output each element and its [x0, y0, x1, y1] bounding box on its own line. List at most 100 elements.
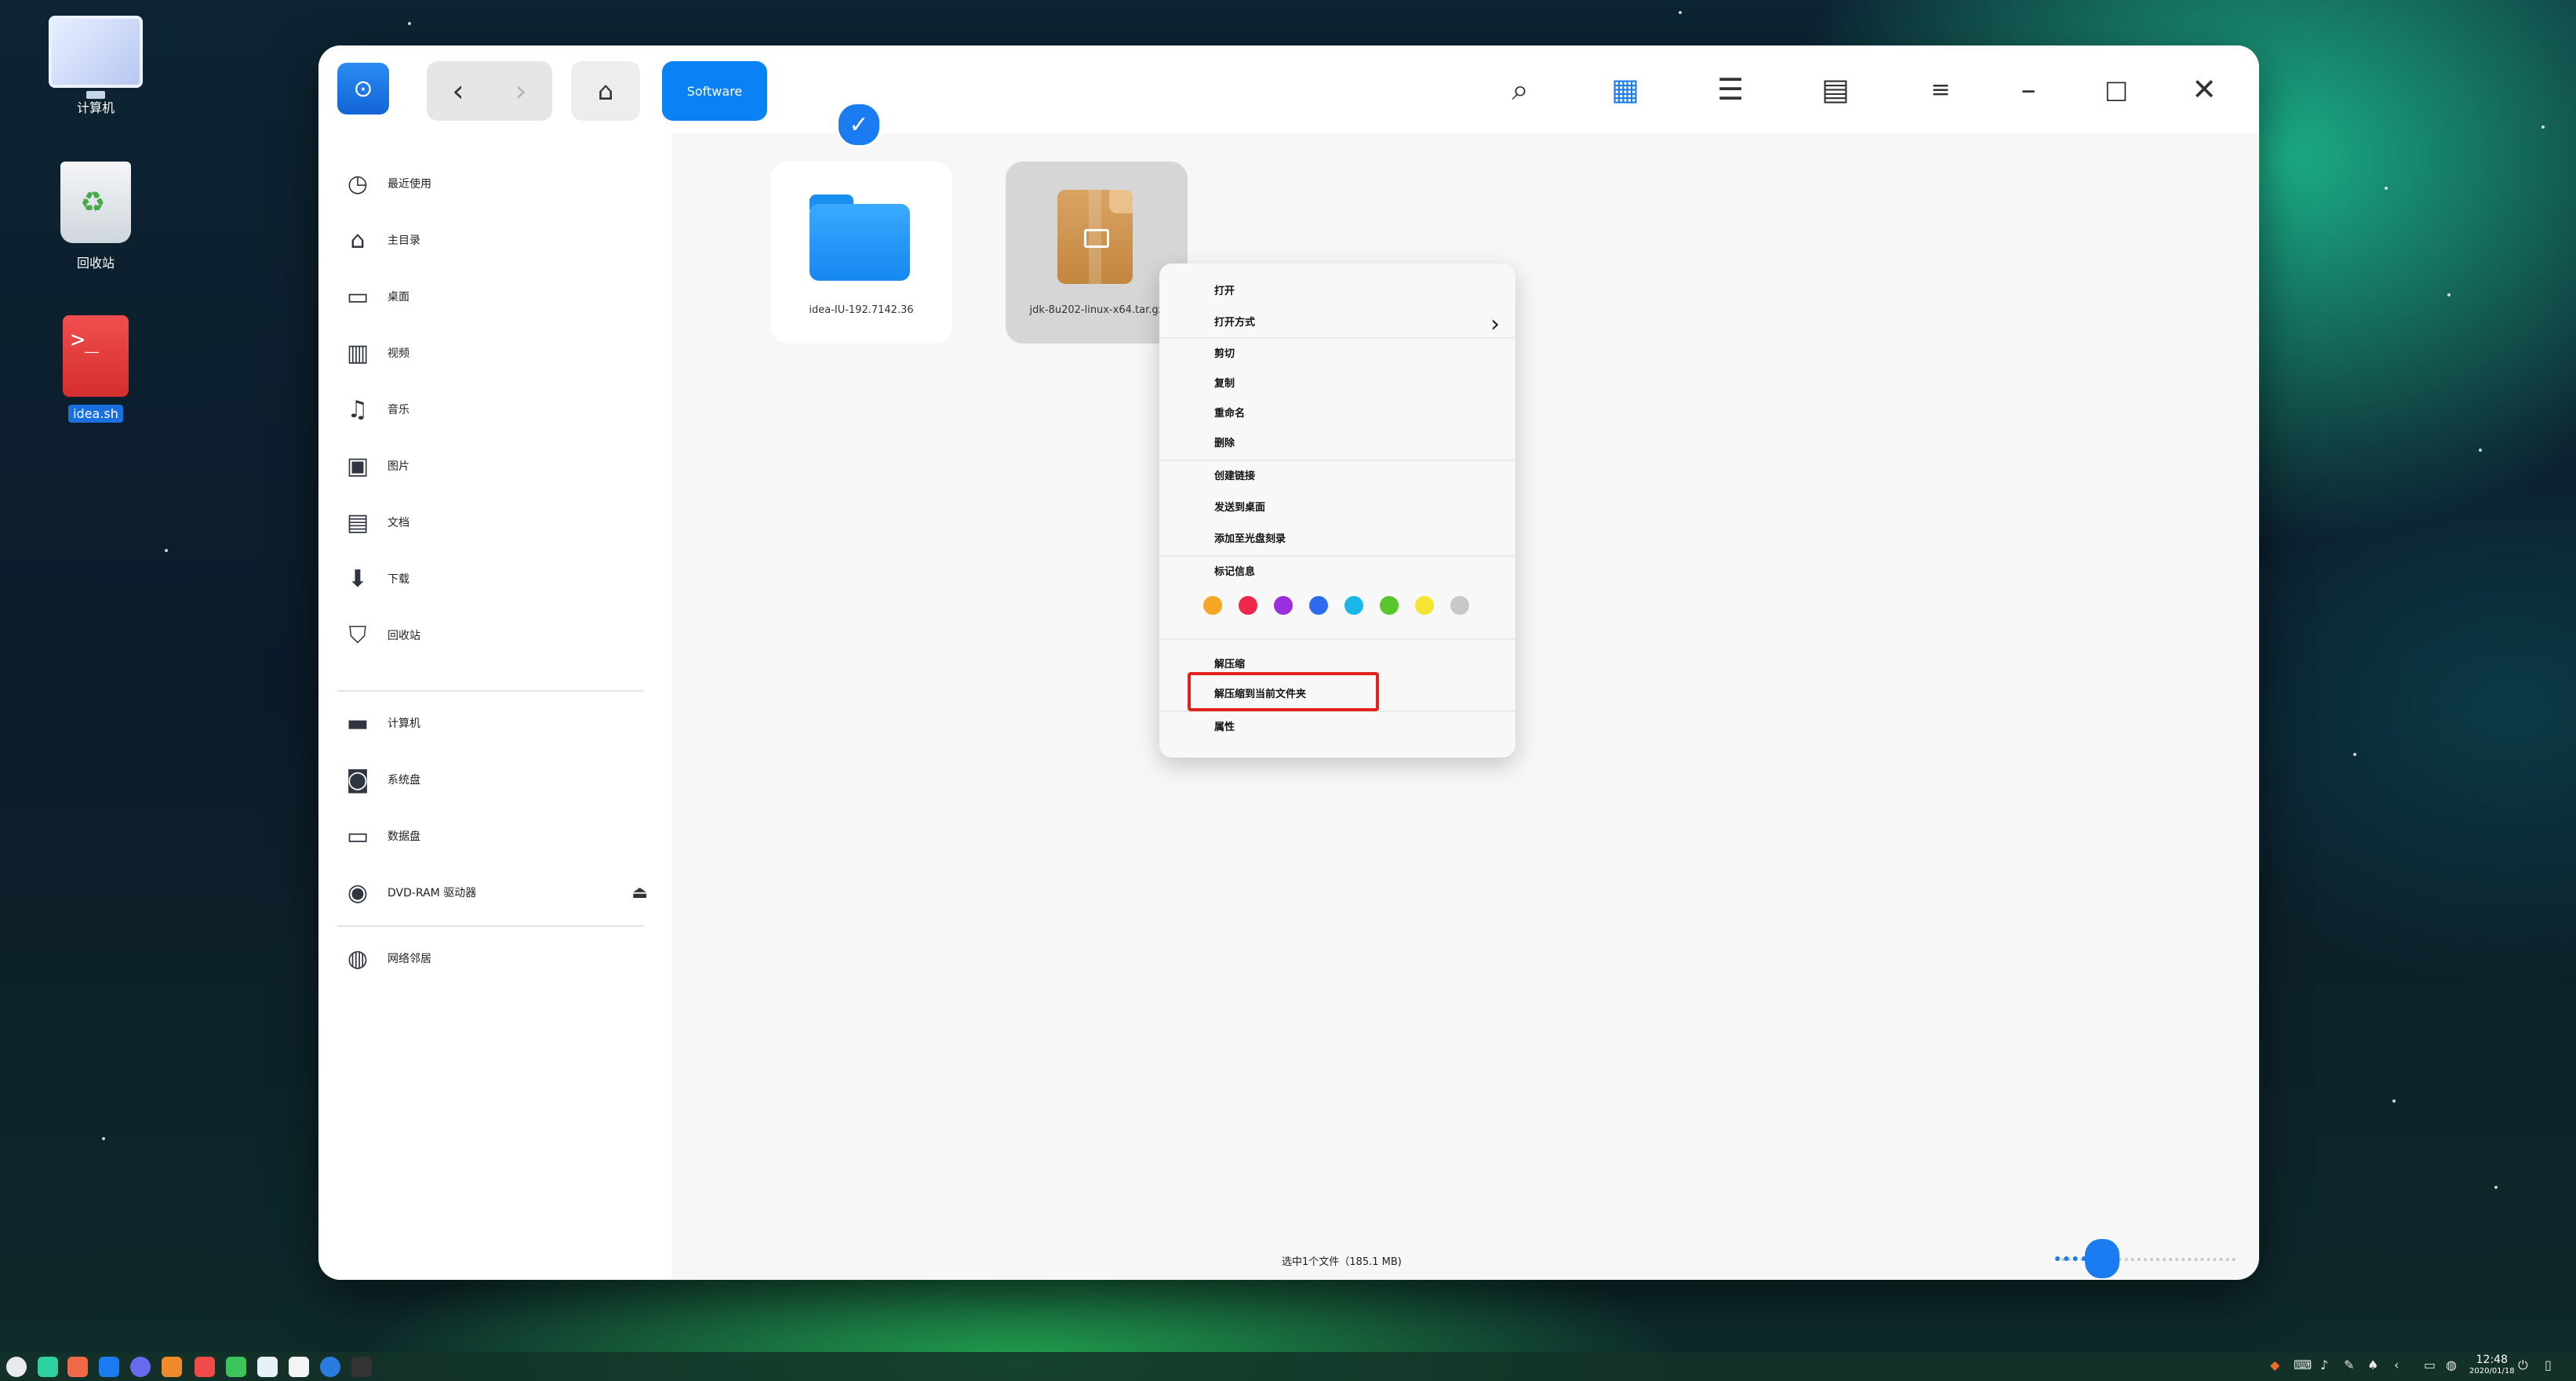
- sidebar-item-pictures[interactable]: ▣ 图片: [342, 444, 656, 488]
- pen-icon[interactable]: ✎: [2344, 1357, 2354, 1372]
- tag-color-gray[interactable]: [1450, 596, 1469, 615]
- search-icon[interactable]: ⌕: [1497, 66, 1544, 113]
- hamburger-menu-icon[interactable]: ≡: [1917, 66, 1964, 113]
- sidebar-item-label: DVD-RAM 驱动器: [387, 887, 477, 899]
- menu-item-properties[interactable]: 属性: [1214, 718, 1235, 733]
- app-logo-icon[interactable]: ⊙: [337, 63, 389, 114]
- launcher-icon[interactable]: [6, 1357, 27, 1377]
- menu-separator: [1159, 555, 1515, 557]
- sidebar-item-music[interactable]: ♫ 音乐: [342, 387, 656, 431]
- chevron-left-icon[interactable]: ‹: [2394, 1357, 2399, 1372]
- power-icon[interactable]: ⏻: [2518, 1357, 2528, 1373]
- multitask-icon[interactable]: [38, 1357, 58, 1377]
- show-desktop-icon[interactable]: ▯: [2545, 1357, 2552, 1372]
- menu-item-copy[interactable]: 复制: [1214, 375, 1235, 390]
- settings-icon[interactable]: [320, 1357, 340, 1377]
- menu-separator: [1159, 337, 1515, 339]
- file-manager-window: ⊙ ‹ › ⌂ Software ⌕ ▦ ☰ ▤ ≡ – □ ✕ ◷ 最近使用 ⌂…: [318, 45, 2259, 1280]
- sidebar-item-label: 最近使用: [387, 178, 431, 191]
- menu-item-delete[interactable]: 删除: [1214, 434, 1235, 449]
- music-player-icon[interactable]: [195, 1357, 215, 1377]
- sidebar-item-trash[interactable]: ⛉ 回收站: [342, 613, 656, 657]
- data-disk-icon: ▭: [346, 822, 369, 850]
- tag-color-yellow[interactable]: [1415, 596, 1434, 615]
- sidebar-item-label: 视频: [387, 347, 409, 360]
- music-icon: ♫: [347, 395, 369, 423]
- clock[interactable]: 12:48 2020/01/18: [2469, 1354, 2515, 1377]
- desktop-icon-idea-sh[interactable]: >_ idea.sh: [41, 315, 151, 423]
- picture-icon: ▣: [346, 452, 369, 480]
- chevron-left-icon[interactable]: ‹: [427, 61, 489, 121]
- browser-icon[interactable]: [130, 1357, 151, 1377]
- maximize-icon[interactable]: □: [2093, 66, 2140, 113]
- home-button[interactable]: ⌂: [571, 61, 640, 121]
- sidebar-item-documents[interactable]: ▤ 文档: [342, 500, 656, 544]
- menu-item-extract[interactable]: 解压缩: [1214, 656, 1245, 671]
- calendar-icon[interactable]: [226, 1357, 246, 1377]
- dvd-icon: ◉: [347, 878, 369, 907]
- sidebar-item-system-disk[interactable]: ◙ 系统盘: [342, 758, 656, 801]
- detail-view-icon[interactable]: ▤: [1812, 66, 1859, 113]
- desktop-icon-trash[interactable]: ♻ 回收站: [41, 162, 151, 273]
- desktop-icon-label: 计算机: [76, 100, 115, 115]
- eject-icon[interactable]: ⏏: [631, 883, 648, 903]
- grid-view-icon[interactable]: ▦: [1602, 66, 1649, 113]
- star: [102, 1137, 105, 1140]
- file-item-folder[interactable]: idea-IU-192.7142.36: [770, 162, 952, 343]
- list-view-icon[interactable]: ☰: [1707, 66, 1754, 113]
- sidebar-item-label: 系统盘: [387, 774, 420, 787]
- video-player-icon[interactable]: [162, 1357, 182, 1377]
- menu-item-cut[interactable]: 剪切: [1214, 345, 1235, 360]
- calendar-app-icon[interactable]: [289, 1357, 309, 1377]
- sidebar-item-label: 回收站: [387, 630, 420, 642]
- sidebar-item-label: 网络邻居: [387, 953, 431, 965]
- display-icon[interactable]: ▭: [2424, 1357, 2436, 1372]
- sidebar-item-desktop[interactable]: ▭ 桌面: [342, 274, 656, 318]
- menu-item-rename[interactable]: 重命名: [1214, 405, 1245, 420]
- sidebar-divider: [337, 925, 643, 927]
- minimize-icon[interactable]: –: [2005, 66, 2052, 113]
- sidebar-item-computer[interactable]: ▬ 计算机: [342, 701, 656, 745]
- terminal-icon[interactable]: [351, 1357, 372, 1377]
- clock-date: 2020/01/18: [2469, 1367, 2515, 1376]
- document-viewer-icon[interactable]: [257, 1357, 278, 1377]
- star: [2494, 1186, 2498, 1189]
- chevron-right-icon[interactable]: ›: [489, 61, 552, 121]
- tag-color-orange[interactable]: [1203, 596, 1222, 615]
- menu-item-add-to-disc[interactable]: 添加至光盘刻录: [1214, 530, 1286, 545]
- tag-color-purple[interactable]: [1274, 596, 1293, 615]
- icon-size-slider-handle[interactable]: [2085, 1239, 2119, 1278]
- sidebar-item-videos[interactable]: ▥ 视频: [342, 331, 656, 375]
- tag-color-blue[interactable]: [1309, 596, 1328, 615]
- tag-color-red[interactable]: [1239, 596, 1257, 615]
- network-icon[interactable]: ◍: [2446, 1357, 2457, 1372]
- sidebar-item-dvd[interactable]: ◉ DVD-RAM 驱动器 ⏏: [342, 870, 656, 914]
- menu-tag-info-label: 标记信息: [1214, 566, 1256, 578]
- keyboard-icon[interactable]: ⌨: [2294, 1357, 2312, 1372]
- menu-item-open[interactable]: 打开: [1214, 282, 1235, 297]
- file-manager-taskbar-icon[interactable]: [99, 1357, 119, 1377]
- menu-item-open-with[interactable]: 打开方式: [1214, 314, 1255, 329]
- tag-color-cyan[interactable]: [1344, 596, 1363, 615]
- menu-item-send-to-desktop[interactable]: 发送到桌面: [1214, 499, 1265, 514]
- volume-icon[interactable]: ♪: [2320, 1357, 2328, 1372]
- sidebar-item-data-disk[interactable]: ▭ 数据盘: [342, 814, 656, 858]
- close-icon[interactable]: ✕: [2181, 66, 2228, 113]
- sidebar-item-label: 文档: [387, 517, 409, 529]
- sidebar-item-network[interactable]: ◍ 网络邻居: [342, 936, 656, 980]
- breadcrumb-current[interactable]: Software: [662, 61, 767, 121]
- desktop-icon: ▭: [346, 282, 369, 311]
- tray-app-icon[interactable]: ◆: [2270, 1357, 2279, 1372]
- tag-color-green[interactable]: [1380, 596, 1399, 615]
- menu-item-create-link[interactable]: 创建链接: [1214, 467, 1255, 482]
- sidebar-item-downloads[interactable]: ⬇ 下载: [342, 557, 656, 601]
- app-store-icon[interactable]: [67, 1357, 88, 1377]
- sidebar-item-recent[interactable]: ◷ 最近使用: [342, 162, 656, 205]
- folder-icon: [810, 194, 910, 281]
- desktop-icon-computer[interactable]: 计算机: [41, 16, 151, 118]
- sidebar-item-home[interactable]: ⌂ 主目录: [342, 218, 656, 262]
- network-icon: ◍: [347, 944, 369, 972]
- star: [2385, 187, 2388, 190]
- notification-icon[interactable]: ♠: [2367, 1357, 2378, 1372]
- menu-separator: [1159, 638, 1515, 640]
